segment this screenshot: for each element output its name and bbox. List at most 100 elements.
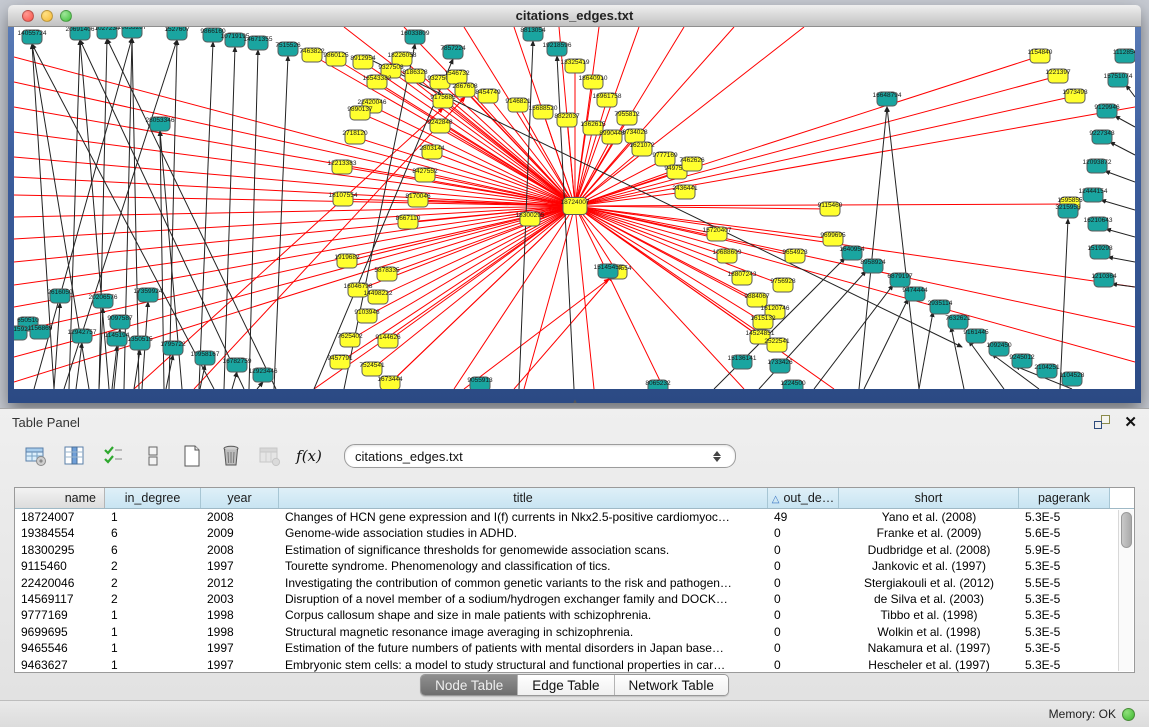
graph-node[interactable]: 2522541 — [764, 338, 790, 352]
table-cell[interactable]: 0 — [768, 575, 839, 591]
graph-node[interactable]: 16961758 — [593, 93, 622, 107]
graph-node[interactable]: 10688609 — [713, 249, 742, 263]
graph-node[interactable]: 9115460 — [818, 202, 843, 216]
table-cell[interactable]: 6 — [105, 525, 201, 541]
graph-node[interactable]: 1145194 — [105, 332, 130, 346]
graph-node[interactable]: 6879197 — [887, 273, 913, 287]
graph-node[interactable]: 2718120 — [342, 130, 368, 144]
table-cell[interactable]: 1997 — [201, 558, 279, 574]
graph-node[interactable]: 9474444 — [902, 287, 928, 301]
graph-node[interactable]: 15136141 — [728, 355, 757, 369]
graph-node[interactable]: 28053346 — [146, 117, 175, 131]
graph-node[interactable]: 391592 — [14, 326, 28, 340]
graph-node[interactable]: 1350515 — [127, 336, 153, 350]
table-row[interactable]: 946554611997Estimation of the future num… — [15, 640, 1134, 656]
graph-node[interactable]: 2803144 — [419, 145, 445, 159]
graph-node[interactable]: 1673444 — [377, 376, 403, 389]
graph-node[interactable]: 1092450 — [986, 342, 1012, 356]
graph-node[interactable]: 9860125 — [323, 52, 349, 66]
graph-node[interactable]: 2616050 — [47, 289, 73, 303]
graph-node[interactable]: 10653287 — [118, 27, 147, 38]
table-cell[interactable]: Stergiakouli et al. (2012) — [839, 575, 1019, 591]
table-cell[interactable]: Corpus callosum shape and size in male p… — [279, 607, 768, 623]
graph-node[interactable]: 8822037 — [554, 113, 580, 127]
table-cell[interactable]: 14569117 — [15, 591, 105, 607]
graph-node[interactable]: 8813054 — [520, 27, 546, 41]
close-panel-icon[interactable]: ✕ — [1124, 413, 1137, 431]
table-cell[interactable]: Tourette syndrome. Phenomenology and cla… — [279, 558, 768, 574]
tab-edge-table[interactable]: Edge Table — [518, 675, 614, 695]
graph-node[interactable]: 16782759 — [223, 358, 252, 372]
graph-node[interactable]: 7955812 — [614, 111, 640, 125]
graph-node[interactable]: 18107554 — [329, 192, 358, 206]
table-cell[interactable]: 5.3E-5 — [1019, 591, 1110, 607]
graph-node[interactable]: 1104528 — [1060, 372, 1085, 386]
table-cell[interactable]: 1 — [105, 509, 201, 525]
graph-node[interactable]: 7524541 — [359, 362, 385, 376]
table-cell[interactable]: 0 — [768, 607, 839, 623]
graph-node[interactable]: 9144626 — [375, 334, 401, 348]
graph-node[interactable]: 13325419 — [561, 59, 590, 73]
graph-node[interactable]: 9227343 — [1089, 130, 1115, 144]
graph-node[interactable]: 9756928 — [770, 278, 796, 292]
table-cell[interactable]: Structural magnetic resonance image aver… — [279, 624, 768, 640]
table-cell[interactable]: 2 — [105, 575, 201, 591]
column-header-name[interactable]: name — [15, 488, 105, 508]
table-cell[interactable]: 49 — [768, 509, 839, 525]
table-row[interactable]: 1456911722003Disruption of a novel membe… — [15, 591, 1134, 607]
table-cell[interactable]: 2008 — [201, 542, 279, 558]
graph-node[interactable]: 1112854 — [1113, 49, 1135, 63]
table-cell[interactable]: Franke et al. (2009) — [839, 525, 1019, 541]
table-row[interactable]: 911546021997Tourette syndrome. Phenomeno… — [15, 558, 1134, 574]
table-cell[interactable]: 0 — [768, 542, 839, 558]
graph-node[interactable]: 9097587 — [107, 315, 133, 329]
table-cell[interactable]: Estimation of the future numbers of pati… — [279, 640, 768, 656]
graph-node[interactable]: 9777169 — [652, 152, 678, 166]
graph-node[interactable]: 16543382 — [363, 75, 392, 89]
graph-node[interactable]: 9654923 — [782, 249, 808, 263]
graph-node[interactable]: 18640910 — [579, 75, 608, 89]
table-cell[interactable]: 1 — [105, 657, 201, 673]
table-cell[interactable]: 5.3E-5 — [1019, 657, 1110, 673]
graph-node[interactable]: 14671355 — [244, 36, 273, 50]
table-cell[interactable]: 0 — [768, 591, 839, 607]
graph-node[interactable]: 3215953 — [1055, 204, 1081, 218]
table-cell[interactable]: 5.3E-5 — [1019, 607, 1110, 623]
graph-node[interactable]: 1519293 — [1087, 245, 1113, 259]
graph-node[interactable]: 2436441 — [672, 185, 698, 199]
table-cell[interactable]: Estimation of significance thresholds fo… — [279, 542, 768, 558]
graph-node[interactable]: 12093872 — [1083, 159, 1112, 173]
graph-node[interactable]: 2867608 — [452, 83, 478, 97]
graph-node[interactable]: 1973493 — [1062, 89, 1088, 103]
table-row[interactable]: 1872400712008Changes of HCN gene express… — [15, 509, 1134, 525]
zoom-window-button[interactable] — [60, 10, 72, 22]
table-cell[interactable]: 1 — [105, 624, 201, 640]
graph-node[interactable]: 1919682 — [334, 254, 360, 268]
memory-ok-icon[interactable] — [1122, 708, 1135, 721]
table-cell[interactable]: 5.3E-5 — [1019, 624, 1110, 640]
graph-node[interactable]: 9890137 — [347, 106, 373, 120]
table-row[interactable]: 2242004622012Investigating the contribut… — [15, 575, 1134, 591]
graph-node[interactable]: 16648794 — [873, 92, 902, 106]
table-cell[interactable]: 0 — [768, 558, 839, 574]
table-cell[interactable]: 5.3E-5 — [1019, 558, 1110, 574]
graph-node[interactable]: 8912954 — [350, 55, 376, 69]
table-cell[interactable]: 2009 — [201, 525, 279, 541]
table-row[interactable]: 977716911998Corpus callosum shape and si… — [15, 607, 1134, 623]
graph-node[interactable]: 12444154 — [1079, 188, 1108, 202]
graph-node[interactable]: 12213383 — [328, 160, 357, 174]
graph-node[interactable]: 6734028 — [622, 129, 648, 143]
table-vertical-scrollbar[interactable] — [1118, 510, 1133, 671]
table-cell[interactable]: 2012 — [201, 575, 279, 591]
graph-node[interactable]: 8958924 — [860, 259, 886, 273]
graph-node[interactable]: 9175685 — [430, 94, 456, 108]
graph-node[interactable]: 20206576 — [89, 294, 118, 308]
table-cell[interactable]: 0 — [768, 640, 839, 656]
graph-node[interactable]: 8186328 — [402, 69, 428, 83]
graph-node[interactable]: 8170046 — [405, 193, 431, 207]
table-cell[interactable]: Jankovic et al. (1997) — [839, 558, 1019, 574]
show-column-icon[interactable] — [61, 442, 89, 470]
graph-node[interactable]: 12923446 — [249, 368, 278, 382]
column-header-short[interactable]: short — [839, 488, 1019, 508]
table-cell[interactable]: 22420046 — [15, 575, 105, 591]
